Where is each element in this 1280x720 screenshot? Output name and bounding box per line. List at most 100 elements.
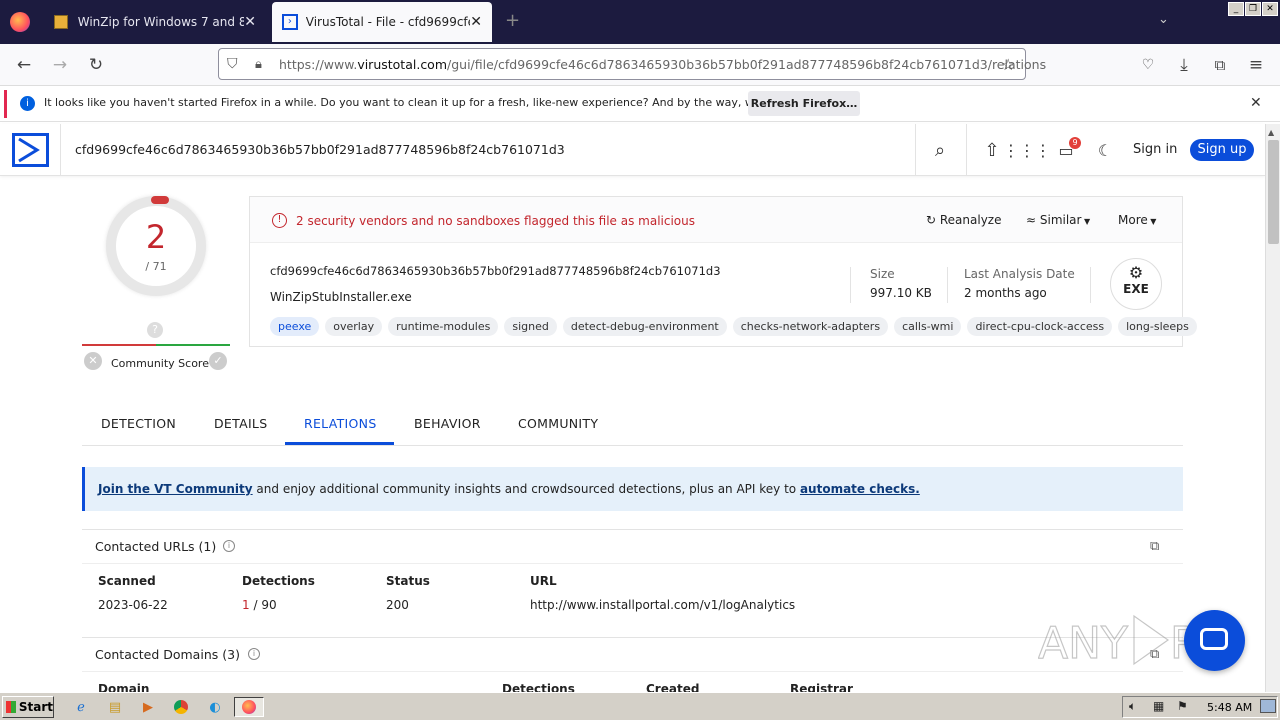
windows-logo-icon (6, 701, 16, 713)
divider (915, 124, 916, 176)
sign-up-button[interactable]: Sign up (1190, 139, 1254, 161)
apps-grid-icon[interactable]: ⋮⋮⋮ (1003, 136, 1051, 164)
close-notice-icon[interactable]: ✕ (1250, 95, 1262, 111)
notice-accent (4, 90, 7, 118)
tag[interactable]: overlay (325, 317, 383, 336)
tag[interactable]: runtime-modules (388, 317, 499, 336)
close-tab-icon[interactable]: ✕ (470, 14, 482, 30)
browser-tab-bar: WinZip for Windows 7 and 8 | Zip & ✕ › V… (0, 0, 1280, 44)
community-score-bar (82, 344, 230, 346)
url-link[interactable]: http://www.installportal.com/v1/logAnaly… (530, 598, 795, 612)
upload-icon[interactable]: ⇧ (978, 136, 1006, 164)
dark-mode-icon[interactable]: ☾ (1091, 136, 1119, 164)
shield-icon[interactable]: ⛉ (227, 56, 238, 72)
community-score-label: Community Score (111, 357, 209, 370)
svg-text:ANY: ANY (1038, 618, 1128, 669)
divider (947, 267, 948, 303)
divider (1090, 267, 1091, 303)
clock: 5:48 AM (1207, 701, 1253, 714)
vt-header: cfd9699cfe46c6d7863465930b36b57bb0f291ad… (0, 124, 1265, 176)
forward-icon[interactable]: → (48, 53, 72, 77)
explorer-icon[interactable]: ▤ (104, 697, 126, 717)
alert-text: 2 security vendors and no sandboxes flag… (296, 214, 695, 228)
tag[interactable]: direct-cpu-clock-access (967, 317, 1113, 336)
sign-in-link[interactable]: Sign in (1133, 142, 1177, 157)
refresh-firefox-button[interactable]: Refresh Firefox… (748, 91, 860, 116)
virustotal-logo[interactable] (12, 133, 49, 167)
url-text: https://www.virustotal.com/gui/file/cfd9… (279, 56, 1047, 72)
contacted-domains-section: Contacted Domains (3) i ⧉ Domain Detecti… (82, 637, 1183, 697)
flag-icon[interactable]: ⚑ (1177, 699, 1188, 713)
date-label: Last Analysis Date (964, 267, 1075, 281)
search-icon[interactable]: ⌕ (926, 136, 954, 164)
tag[interactable]: signed (504, 317, 557, 336)
similar-button[interactable]: ≈ Similar ▼ (1026, 213, 1090, 227)
lock-icon[interactable]: 🔒︎ (255, 57, 262, 72)
exe-filetype-icon: ⚙ EXE (1110, 258, 1162, 310)
menu-icon[interactable]: ≡ (1244, 53, 1268, 77)
automate-checks-link[interactable]: automate checks. (800, 482, 920, 496)
chevron-down-icon: ▼ (1081, 217, 1091, 226)
info-icon[interactable]: i (248, 648, 260, 660)
close-window-button[interactable]: ✕ (1262, 2, 1278, 16)
tag[interactable]: checks-network-adapters (732, 317, 889, 336)
media-player-icon[interactable]: ▶ (137, 697, 159, 717)
more-button[interactable]: More ▼ (1118, 213, 1156, 227)
ie-icon[interactable]: ℯ (70, 697, 92, 717)
show-desktop-icon[interactable] (1260, 699, 1276, 713)
info-icon[interactable]: i (223, 540, 235, 552)
table-row[interactable]: 2023-06-22 1 / 90 200 http://www.install… (82, 592, 1183, 622)
new-tab-button[interactable]: + (505, 10, 520, 31)
network-icon[interactable]: ▦ (1153, 699, 1164, 713)
close-tab-icon[interactable]: ✕ (244, 14, 256, 30)
banner-text: and enjoy additional community insights … (252, 482, 800, 496)
tag[interactable]: long-sleeps (1118, 317, 1197, 336)
tab-virustotal[interactable]: › VirusTotal - File - cfd9699cfe46c6d ✕ (272, 2, 492, 42)
tab-behavior[interactable]: BEHAVIOR (414, 416, 481, 431)
size-value: 997.10 KB (870, 286, 932, 300)
pocket-icon[interactable]: ♡ (1136, 53, 1160, 77)
tab-winzip[interactable]: WinZip for Windows 7 and 8 | Zip & ✕ (44, 2, 266, 42)
detection-score-ring: 2 / 71 (106, 196, 206, 296)
firefox-taskbar-icon[interactable] (234, 697, 264, 717)
chrome-icon[interactable] (170, 697, 192, 717)
tab-relations[interactable]: RELATIONS (304, 416, 377, 431)
bookmark-star-icon[interactable]: ☆ (1001, 55, 1015, 74)
info-icon: i (20, 96, 35, 111)
col-header: Status (386, 574, 430, 588)
reload-icon[interactable]: ↻ (84, 53, 108, 77)
tag[interactable]: calls-wmi (894, 317, 962, 336)
join-community-link[interactable]: Join the VT Community (98, 482, 253, 496)
tag[interactable]: peexe (270, 317, 320, 336)
upvote-icon[interactable]: ✓ (209, 352, 227, 370)
search-input[interactable]: cfd9699cfe46c6d7863465930b36b57bb0f291ad… (75, 142, 565, 157)
downloads-icon[interactable]: ⤓ (1172, 53, 1196, 77)
page-scrollbar[interactable]: ▲ (1265, 124, 1280, 692)
address-bar[interactable]: ⛉ 🔒︎ https://www.virustotal.com/gui/file… (218, 48, 1046, 80)
firefox-icon[interactable] (10, 12, 30, 32)
tab-details[interactable]: DETAILS (214, 416, 267, 431)
tab-community[interactable]: COMMUNITY (518, 416, 598, 431)
tab-detection[interactable]: DETECTION (101, 416, 176, 431)
chat-button[interactable] (1184, 610, 1245, 671)
copy-icon[interactable]: ⧉ (1150, 539, 1159, 554)
start-button[interactable]: Start (2, 696, 54, 718)
volume-icon[interactable]: 🔈︎ (1129, 699, 1136, 714)
tabs-divider (82, 445, 1183, 446)
reanalyze-button[interactable]: ↻ Reanalyze (926, 213, 1002, 227)
minimize-button[interactable]: _ (1228, 2, 1244, 16)
edge-icon[interactable]: ◐ (204, 697, 226, 717)
back-icon[interactable]: ← (12, 53, 36, 77)
downvote-icon[interactable]: ✕ (84, 352, 102, 370)
tags-row: peexe overlay runtime-modules signed detect-… (270, 317, 1203, 336)
divider (850, 267, 851, 303)
maximize-button[interactable]: ❐ (1245, 2, 1261, 16)
list-tabs-icon[interactable]: ⌄ (1158, 12, 1169, 27)
extensions-icon[interactable]: ⧉ (1208, 53, 1232, 77)
tag[interactable]: detect-debug-environment (562, 317, 727, 336)
reanalyze-icon: ↻ (926, 213, 940, 227)
size-label: Size (870, 267, 895, 281)
section-title: Contacted Domains (3) (95, 647, 240, 662)
file-hash[interactable]: cfd9699cfe46c6d7863465930b36b57bb0f291ad… (270, 264, 721, 278)
window-controls: _ ❐ ✕ (1228, 2, 1278, 16)
